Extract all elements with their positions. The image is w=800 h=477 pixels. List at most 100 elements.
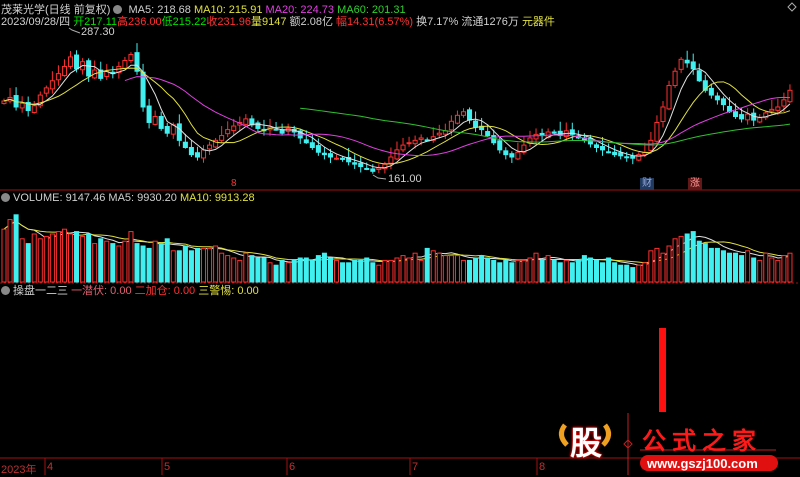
diamond-icon[interactable] <box>787 2 797 12</box>
volume-bar <box>285 262 291 283</box>
collapse-icon[interactable] <box>1 193 10 202</box>
month-label: 8 <box>539 461 546 473</box>
candle-up <box>406 142 412 145</box>
date: 2023/09/28/四 <box>1 16 71 28</box>
volume-bar <box>382 259 388 283</box>
candle-up <box>31 105 37 113</box>
candle-down <box>146 105 152 123</box>
candle-up <box>745 113 751 121</box>
volume-bar <box>333 259 340 283</box>
volume-bar <box>497 262 503 283</box>
volume-bar <box>745 250 751 283</box>
candle-up <box>787 89 793 103</box>
candle-up <box>394 149 400 160</box>
volume-bar <box>98 238 104 283</box>
event-marker[interactable]: 8 <box>229 178 239 190</box>
volume-bar <box>672 238 678 283</box>
volume-bar <box>569 262 575 283</box>
volume-bar <box>370 262 376 283</box>
volume-bar <box>279 259 285 283</box>
volume-bar <box>775 259 781 283</box>
volume-bar <box>303 257 309 283</box>
volume-bar <box>297 257 303 283</box>
volume-bar <box>612 262 618 283</box>
volume-bar <box>406 257 412 283</box>
indicator-name: 操盘一二三 <box>13 285 68 297</box>
volume-bar <box>207 247 213 283</box>
volume-bar <box>557 262 563 283</box>
collapse-icon[interactable] <box>1 286 10 295</box>
candle-down <box>739 114 745 120</box>
volume-bar <box>86 233 92 283</box>
finance-marker[interactable]: 财 <box>640 178 654 190</box>
candle-down <box>684 59 690 64</box>
indicator-bar <box>659 328 666 412</box>
min-price-label: 161.00 <box>388 173 422 185</box>
volume-bar <box>43 235 49 283</box>
candle-down <box>467 109 473 121</box>
volume-bar <box>1 228 7 283</box>
volume-bar <box>545 255 551 283</box>
candle-up <box>418 137 424 140</box>
change: 幅14.31(6.57%) <box>336 16 414 28</box>
volume-bar <box>702 243 708 283</box>
volume-bar <box>448 255 454 283</box>
candle-up <box>412 139 418 145</box>
volume-bar <box>194 247 200 283</box>
volume-bar <box>273 264 279 283</box>
volume-bar <box>7 219 13 283</box>
volume-bar <box>763 252 769 283</box>
volume-bar <box>751 257 757 283</box>
volume-bar <box>479 255 485 283</box>
candle-down <box>303 139 309 144</box>
volume-bar <box>327 257 333 283</box>
volume-bar <box>267 262 273 283</box>
volume-bar <box>581 255 587 283</box>
volume-bar <box>515 259 521 283</box>
candle-up <box>448 120 454 131</box>
volume-bar <box>412 252 418 283</box>
volume-bar <box>454 255 460 283</box>
volume-bar <box>575 259 581 283</box>
candle-up <box>654 121 660 142</box>
volume-bar <box>200 247 207 283</box>
volume-bar <box>225 255 231 283</box>
candle-up <box>128 54 134 62</box>
volume-bar <box>49 233 55 283</box>
volume-bar <box>648 250 654 283</box>
indicator-header: 操盘一二三 一潜伏: 0.00 二加仓: 0.00 三警惕: 0.00 <box>1 282 259 298</box>
volume-bar <box>146 247 152 283</box>
volume-bar <box>176 250 182 283</box>
candle-down <box>708 87 714 96</box>
volume-bar <box>376 264 382 283</box>
volume: 量9147 <box>250 16 287 28</box>
limit-up-marker[interactable]: 涨 <box>688 178 702 190</box>
candle-down <box>485 131 491 137</box>
volume-bar <box>25 243 31 283</box>
candle-down <box>473 120 479 128</box>
candle-up <box>61 65 67 77</box>
volume-bar <box>92 243 98 283</box>
volume-bar <box>442 255 448 283</box>
stock-chart <box>0 2 800 475</box>
candle-up <box>436 132 442 136</box>
volume-bar <box>624 264 630 283</box>
volume-bar <box>104 240 110 283</box>
volume-bar <box>158 243 164 283</box>
candle-up <box>243 118 249 125</box>
volume-bar <box>134 243 140 283</box>
candle-up <box>769 108 775 112</box>
volume-bar <box>394 257 400 283</box>
candle-up <box>460 111 467 116</box>
volume-bar <box>219 252 225 283</box>
candle-up <box>43 87 49 94</box>
candle-down <box>309 142 315 148</box>
volume-bar <box>291 259 297 283</box>
candle-up <box>672 70 678 87</box>
max-price-label: 287.30 <box>81 26 115 38</box>
candle-down <box>86 60 92 77</box>
sector-link[interactable]: 元器件 <box>522 16 555 28</box>
volume-bar <box>618 264 624 283</box>
candle-down <box>164 126 170 134</box>
volume-bar <box>309 259 315 283</box>
